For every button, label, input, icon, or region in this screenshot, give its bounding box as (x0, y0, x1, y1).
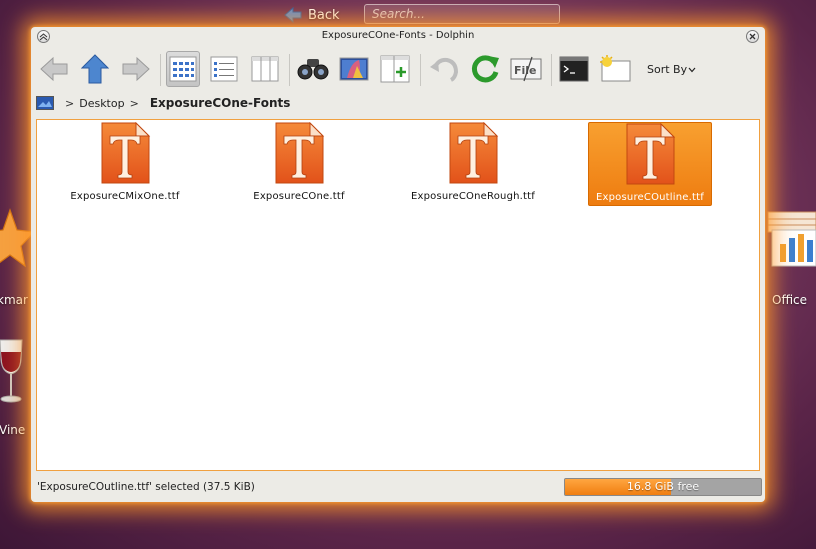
file-rename-icon: File (510, 56, 542, 82)
columns-view-button[interactable] (248, 51, 282, 87)
preview-image-icon (339, 57, 369, 81)
go-back-button[interactable] (37, 51, 71, 87)
star-icon[interactable] (0, 208, 34, 270)
sort-by-label: Sort By (647, 63, 688, 76)
dolphin-window: ExposureCOne-Fonts - Dolphin File Sort B… (31, 27, 765, 502)
file-item[interactable]: ExposureCOne.ttf (237, 122, 361, 206)
file-name: ExposureCOneRough.ttf (410, 191, 536, 202)
font-file-icon (449, 122, 499, 184)
file-name: ExposureCOne.ttf (253, 191, 345, 202)
back-button[interactable]: Back (278, 5, 346, 25)
icons-view-button[interactable] (166, 51, 200, 87)
breadcrumb-current-folder[interactable]: ExposureCOne-Fonts (150, 96, 291, 110)
file-button[interactable]: File (509, 51, 543, 87)
columns-view-icon (251, 56, 279, 82)
breadcrumb-separator-icon: > (129, 96, 139, 110)
split-view-button[interactable] (378, 51, 412, 87)
toolbar-separator (551, 54, 552, 86)
free-space-indicator[interactable]: 16.8 GiB free (564, 478, 762, 496)
file-item-selected[interactable]: ExposureCOutline.ttf (588, 122, 712, 206)
find-button[interactable] (296, 51, 330, 87)
svg-text:File: File (514, 64, 537, 77)
office-chart-icon[interactable] (766, 210, 816, 268)
undo-button[interactable] (427, 51, 461, 87)
status-text: 'ExposureCOutline.ttf' selected (37.5 Ki… (37, 481, 255, 493)
chevron-down-icon (688, 67, 696, 73)
terminal-button[interactable] (557, 51, 591, 87)
new-tab-button[interactable] (598, 51, 632, 87)
new-window-icon (600, 55, 631, 82)
desktop-label-office[interactable]: Office (772, 293, 807, 307)
binoculars-icon (297, 59, 329, 80)
arrow-right-icon (122, 56, 150, 82)
go-forward-button[interactable] (119, 51, 153, 87)
file-item[interactable]: ExposureCMixOne.ttf (63, 122, 187, 206)
search-input[interactable] (364, 4, 560, 24)
wine-glass-icon[interactable] (0, 338, 26, 404)
reload-button[interactable] (468, 51, 502, 87)
back-arrow-icon (284, 7, 302, 23)
icons-view-icon (169, 56, 197, 82)
close-icon (749, 33, 756, 40)
free-space-label: 16.8 GiB free (626, 480, 700, 493)
file-item[interactable]: ExposureCOneRough.ttf (411, 122, 535, 206)
toolbar: File Sort By (35, 49, 761, 91)
font-file-icon (275, 122, 325, 184)
breadcrumb: > Desktop > ExposureCOne-Fonts (36, 94, 290, 112)
sort-by-menu[interactable]: Sort By (647, 63, 696, 76)
undo-icon (430, 57, 459, 82)
toolbar-separator (289, 54, 290, 86)
font-file-icon (626, 123, 676, 185)
go-up-button[interactable] (78, 51, 112, 87)
arrow-left-icon (40, 56, 68, 82)
preview-button[interactable] (337, 51, 371, 87)
window-title: ExposureCOne-Fonts - Dolphin (321, 30, 475, 41)
file-name: ExposureCMixOne.ttf (70, 191, 180, 202)
arrow-up-icon (81, 54, 109, 84)
details-view-icon (210, 56, 238, 82)
font-file-icon (101, 122, 151, 184)
file-view[interactable]: ExposureCMixOne.ttf ExposureCOne.ttf Exp… (36, 119, 760, 471)
breadcrumb-desktop[interactable]: Desktop (79, 97, 124, 110)
title-bar[interactable]: ExposureCOne-Fonts - Dolphin (31, 27, 765, 47)
desktop-folder-icon[interactable] (36, 96, 54, 110)
close-button[interactable] (746, 30, 759, 43)
back-label: Back (308, 7, 340, 23)
desktop-label-wine[interactable]: Vine (0, 423, 25, 437)
toolbar-separator (160, 54, 161, 86)
terminal-icon (559, 56, 589, 82)
desktop-label-bookmarks[interactable]: kmar (0, 293, 28, 307)
reload-icon (471, 55, 499, 83)
details-view-button[interactable] (207, 51, 241, 87)
file-name: ExposureCOutline.ttf (596, 192, 704, 203)
breadcrumb-separator-icon: > (65, 96, 75, 110)
toolbar-separator (420, 54, 421, 86)
split-view-icon (380, 55, 410, 83)
